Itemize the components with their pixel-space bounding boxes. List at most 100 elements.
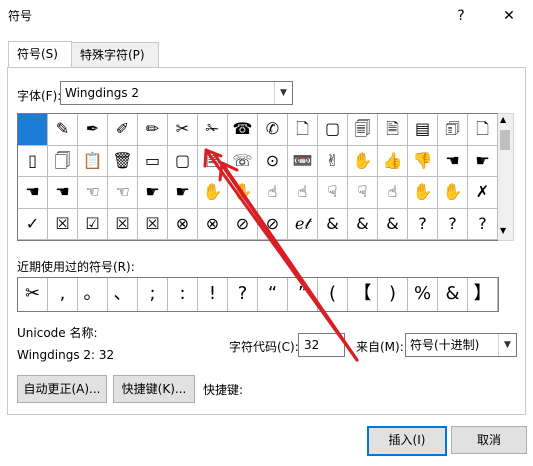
symbol-cell[interactable]: ☜	[78, 177, 108, 209]
symbol-cell[interactable]: 🗍	[48, 145, 78, 177]
symbol-cell[interactable]: ✓	[18, 208, 48, 240]
symbol-cell[interactable]: ✎	[48, 114, 78, 146]
font-select[interactable]: Wingdings 2 ▼	[60, 81, 293, 105]
symbol-cell[interactable]: ☝	[258, 177, 288, 209]
recent-symbol-cell[interactable]: 【	[348, 278, 378, 311]
symbol-cell[interactable]: 📋	[78, 145, 108, 177]
recent-symbol-cell[interactable]: ”	[288, 278, 318, 311]
symbol-cell[interactable]: ☝	[288, 177, 318, 209]
symbol-cell[interactable]: 🗊	[438, 114, 468, 146]
symbol-cell[interactable]: 🗋	[288, 114, 318, 146]
symbol-cell[interactable]: ?	[438, 208, 468, 240]
symbol-cell[interactable]: ☒	[108, 208, 138, 240]
symbol-cell[interactable]: ☝	[378, 177, 408, 209]
autocorrect-button[interactable]: 自动更正(A)...	[17, 375, 107, 403]
symbol-cell[interactable]: 🗐	[348, 114, 378, 146]
recent-symbol-cell[interactable]: 。	[78, 278, 108, 311]
symbol-cell[interactable]: ☛	[168, 177, 198, 209]
symbol-cell[interactable]: ✐	[108, 114, 138, 146]
cancel-button[interactable]: 取消	[451, 426, 527, 454]
recent-symbol-cell[interactable]: %	[408, 278, 438, 311]
symbol-cell[interactable]: ▭	[138, 145, 168, 177]
tab-symbols[interactable]: 符号(S)	[8, 41, 72, 68]
recent-symbol-cell[interactable]: )	[378, 278, 408, 311]
recent-symbols-row[interactable]: ✂,。、;:!? “”(【)% &】	[17, 277, 499, 312]
recent-symbol-cell[interactable]: “	[258, 278, 288, 311]
symbol-grid-scrollbar[interactable]: ▲ ▼	[498, 113, 514, 241]
symbol-cell[interactable]: ?	[468, 208, 498, 240]
symbol-cell[interactable]: ▤	[408, 114, 438, 146]
symbol-cell[interactable]: ✋	[408, 177, 438, 209]
symbol-cell[interactable]: &	[348, 208, 378, 240]
symbol-cell[interactable]: 🗑	[108, 145, 138, 177]
symbol-cell[interactable]: ℯ𝓉	[288, 208, 318, 240]
recent-symbol-cell[interactable]: ,	[48, 278, 78, 311]
symbol-cell[interactable]: ✒	[78, 114, 108, 146]
recent-symbol-cell[interactable]: 、	[108, 278, 138, 311]
symbol-cell[interactable]: 🗋	[468, 114, 498, 146]
symbol-cell[interactable]: ☒	[138, 208, 168, 240]
symbol-cell[interactable]: 👍	[378, 145, 408, 177]
symbol-cell[interactable]: ☚	[438, 145, 468, 177]
symbol-cell[interactable]: ✆	[258, 114, 288, 146]
recent-symbol-cell[interactable]: (	[318, 278, 348, 311]
symbol-cell[interactable]: ☚	[18, 177, 48, 209]
symbol-cell[interactable]: ?	[408, 208, 438, 240]
close-button[interactable]: ✕	[495, 4, 523, 28]
scroll-up-icon[interactable]: ▲	[500, 115, 506, 124]
symbol-cell[interactable]: ☎	[228, 114, 258, 146]
recent-symbol-cell[interactable]: :	[168, 278, 198, 311]
symbol-cell[interactable]: 🗏	[198, 145, 228, 177]
recent-symbol-cell[interactable]: 】	[468, 278, 498, 311]
symbol-cell[interactable]: 📼	[288, 145, 318, 177]
symbol-cell[interactable]: ✋	[348, 145, 378, 177]
symbol-cell[interactable]: ⊙	[258, 145, 288, 177]
symbol-cell[interactable]: ☑	[78, 208, 108, 240]
help-button[interactable]: ?	[447, 4, 475, 28]
symbol-cell[interactable]	[18, 114, 48, 146]
recent-symbol-cell[interactable]: ;	[138, 278, 168, 311]
symbol-cell[interactable]: ⊗	[198, 208, 228, 240]
symbol-cell[interactable]: 👎	[408, 145, 438, 177]
unicode-name-value: Wingdings 2: 32	[17, 348, 115, 362]
symbol-cell[interactable]: ▯	[18, 145, 48, 177]
symbol-cell[interactable]: ✂	[168, 114, 198, 146]
symbol-cell[interactable]: ☜	[108, 177, 138, 209]
symbol-cell[interactable]: ▢	[318, 114, 348, 146]
insert-button[interactable]: 插入(I)	[367, 426, 447, 456]
symbol-cell[interactable]: ☛	[138, 177, 168, 209]
symbol-cell[interactable]: ☏	[228, 145, 258, 177]
tab-special-characters[interactable]: 特殊字符(P)	[71, 42, 159, 67]
symbol-cell[interactable]: &	[318, 208, 348, 240]
symbol-cell[interactable]: &	[378, 208, 408, 240]
symbol-cell[interactable]: ⊗	[168, 208, 198, 240]
shortcut-key-button[interactable]: 快捷键(K)...	[113, 375, 195, 403]
symbol-cell[interactable]: ✏	[138, 114, 168, 146]
scroll-down-icon[interactable]: ▼	[500, 226, 506, 235]
recent-symbol-cell[interactable]: ?	[228, 278, 258, 311]
char-code-input[interactable]: 32	[298, 333, 345, 357]
symbol-cell[interactable]: ☛	[468, 145, 498, 177]
symbol-cell[interactable]: ✋	[228, 177, 258, 209]
symbol-cell[interactable]: ✌	[318, 145, 348, 177]
symbol-cell[interactable]: ✁	[198, 114, 228, 146]
symbol-cell[interactable]: ⊘	[258, 208, 288, 240]
from-select[interactable]: 符号(十进制) ▼	[405, 333, 517, 357]
symbol-cell[interactable]: ☟	[318, 177, 348, 209]
recent-symbol-cell[interactable]: ✂	[18, 278, 48, 311]
symbol-cell[interactable]: ☟	[348, 177, 378, 209]
shortcut-key-label: 快捷键:	[203, 383, 244, 397]
symbol-cell[interactable]: ☚	[48, 177, 78, 209]
symbol-grid[interactable]: ✎ ✒ ✐ ✏ ✂ ✁ ☎ ✆ 🗋 ▢ 🗐 🗎 ▤ 🗊 🗋 ▯ 🗍 📋 🗑 ▭ ▢ 🗏 ☏ ⊙ 📼 ✌ ✋ 👍 👎 ☚ ☛ ☚ ☚ ☜ ☜ ☛ ☛ ✋ ✋ ☝…	[17, 113, 499, 241]
recent-symbol-cell[interactable]: &	[438, 278, 468, 311]
scrollbar-thumb[interactable]	[500, 130, 510, 150]
symbol-cell[interactable]: ✗	[468, 177, 498, 209]
recent-symbol-cell[interactable]: !	[198, 278, 228, 311]
symbol-cell[interactable]: ✋	[438, 177, 468, 209]
symbol-cell[interactable]: ⊘	[228, 208, 258, 240]
symbol-cell[interactable]: 🗎	[378, 114, 408, 146]
symbol-cell[interactable]: ▢	[168, 145, 198, 177]
from-select-value: 符号(十进制)	[410, 338, 480, 352]
symbol-cell[interactable]: ✋	[198, 177, 228, 209]
symbol-cell[interactable]: ☒	[48, 208, 78, 240]
